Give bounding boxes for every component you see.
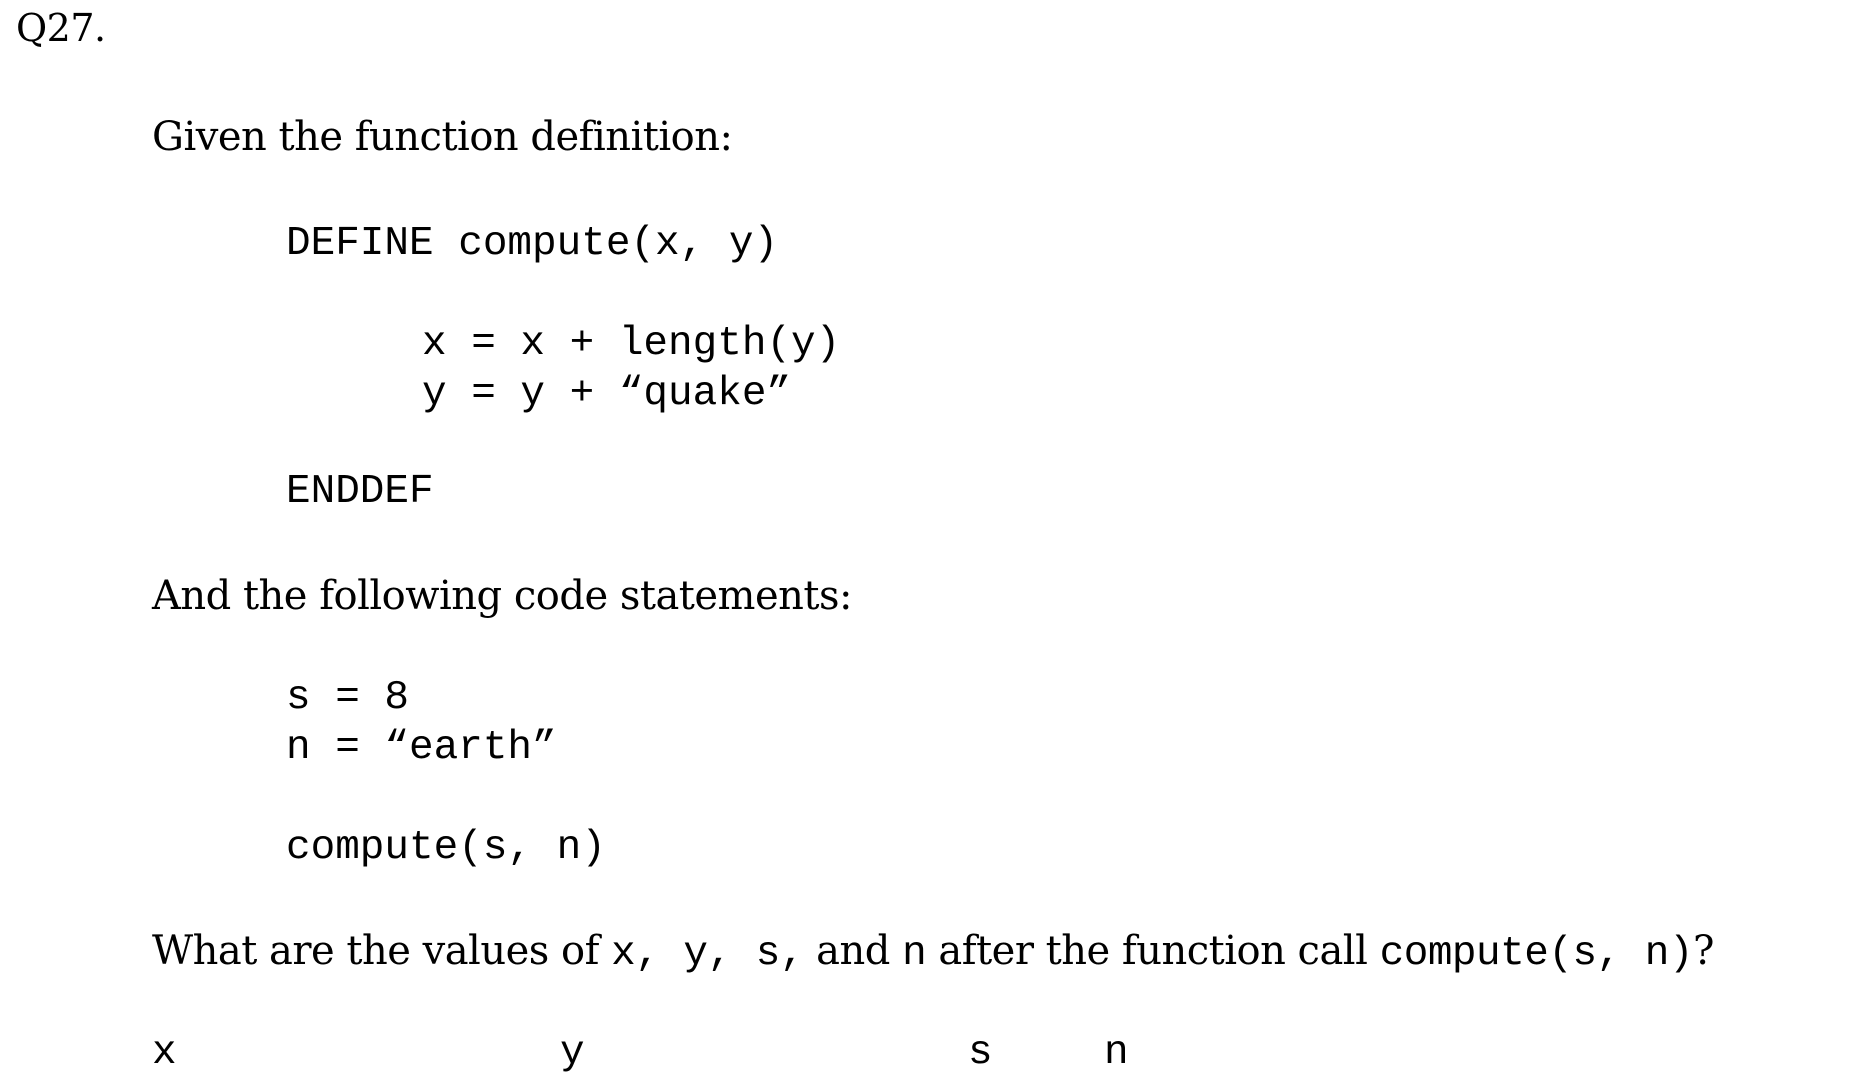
question-prompt: What are the values of x, y, s, and n af… [152, 928, 1714, 977]
answer-label-s: s [968, 1030, 993, 1076]
function-definition-footer: ENDDEF [286, 469, 434, 515]
prompt-variables: x, y, s, [611, 931, 804, 977]
prompt-text-1: What are the values of [152, 928, 612, 974]
intro-statements-text: And the following code statements: [152, 573, 852, 619]
function-call-statement: compute(s, n) [286, 825, 606, 871]
code-statement-2: n = “earth” [286, 725, 557, 771]
answer-label-x: x [152, 1030, 177, 1076]
prompt-text-2: and [803, 928, 903, 974]
answer-label-y: y [560, 1030, 585, 1076]
function-body-line-2: y = y + “quake” [422, 371, 792, 417]
prompt-variable-n: n [902, 931, 927, 977]
prompt-text-4: ? [1692, 928, 1714, 974]
question-number: Q27. [16, 6, 106, 50]
intro-definition-text: Given the function definition: [152, 114, 733, 160]
prompt-function-call: compute(s, n) [1379, 931, 1694, 977]
prompt-text-3: after the function call [926, 928, 1380, 974]
function-definition-header: DEFINE compute(x, y) [286, 221, 779, 267]
code-statement-1: s = 8 [286, 675, 410, 721]
function-body-line-1: x = x + length(y) [422, 321, 841, 367]
answer-label-n: n [1104, 1030, 1129, 1076]
